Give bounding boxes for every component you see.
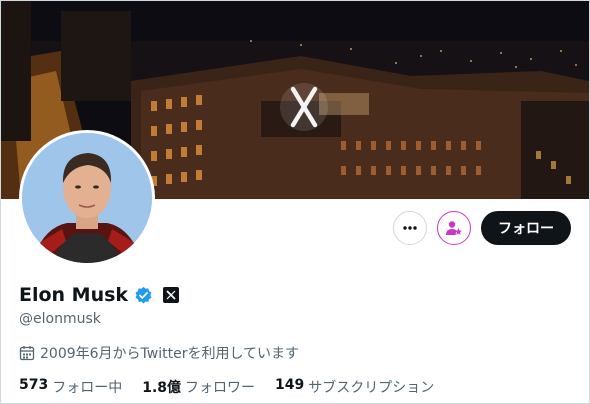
join-date-text: 2009年6月からTwitterを利用しています bbox=[40, 346, 300, 362]
follow-button[interactable]: フォロー bbox=[481, 211, 571, 245]
followers-count: 1.8億 bbox=[142, 380, 182, 396]
user-handle: @elonmusk bbox=[19, 311, 101, 327]
display-name: Elon Musk bbox=[19, 284, 129, 306]
subscribe-icon bbox=[446, 221, 462, 235]
following-link[interactable]: 573 フォロー中 bbox=[19, 377, 122, 397]
following-label: フォロー中 bbox=[52, 380, 123, 396]
following-count: 573 bbox=[19, 377, 49, 393]
subscribe-button[interactable] bbox=[437, 211, 471, 245]
profile-stats: 573 フォロー中 1.8億 フォロワー 149 サブスクリプション bbox=[19, 377, 434, 397]
profile-header: フォロー Elon Musk @elonmusk 2009年6月からTwitte… bbox=[0, 0, 590, 404]
more-button[interactable] bbox=[393, 211, 427, 245]
avatar-image bbox=[22, 133, 152, 263]
followers-link[interactable]: 1.8億 フォロワー bbox=[142, 377, 255, 397]
calendar-icon bbox=[19, 346, 35, 361]
subscriptions-label: サブスクリプション bbox=[308, 380, 435, 396]
name-row: Elon Musk bbox=[19, 284, 180, 306]
subscriptions-link[interactable]: 149 サブスクリプション bbox=[275, 377, 434, 397]
verified-badge-icon[interactable] bbox=[134, 286, 153, 305]
avatar[interactable] bbox=[19, 130, 155, 266]
more-icon bbox=[403, 226, 417, 230]
join-date: 2009年6月からTwitterを利用しています bbox=[19, 343, 299, 363]
subscriptions-count: 149 bbox=[275, 377, 305, 393]
x-logo-icon[interactable] bbox=[163, 287, 180, 303]
followers-label: フォロワー bbox=[185, 380, 256, 396]
